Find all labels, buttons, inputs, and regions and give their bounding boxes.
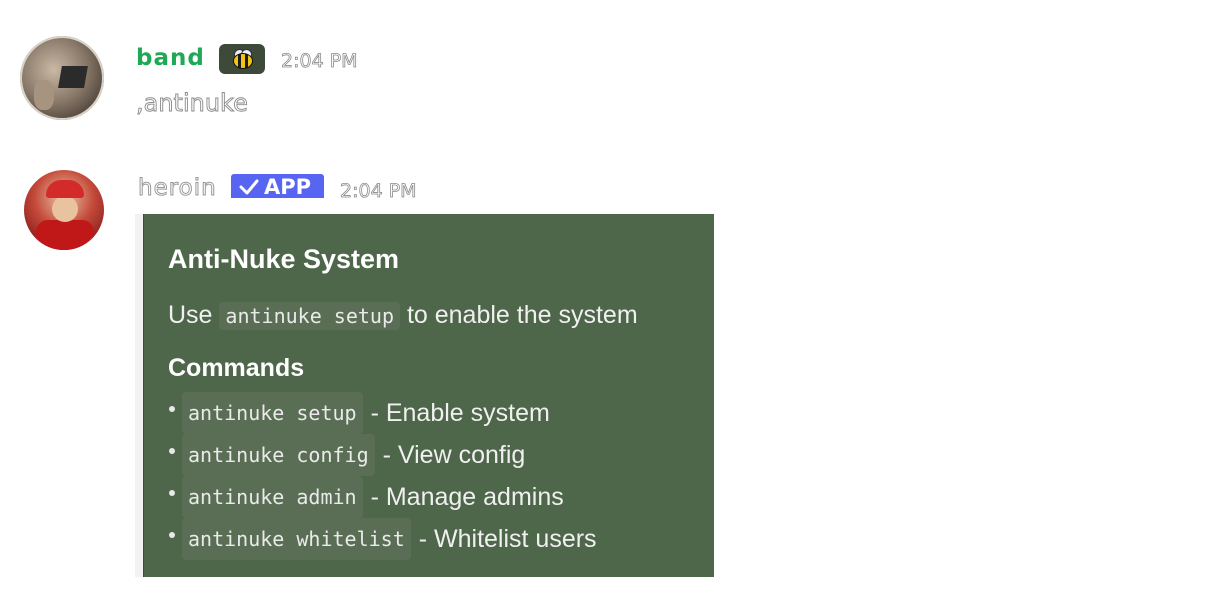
bee-icon	[219, 44, 265, 74]
inline-code: antinuke whitelist	[182, 518, 411, 560]
command-description: - View config	[382, 441, 526, 469]
command-list: antinuke setup - Enable system antinuke …	[166, 392, 597, 560]
app-badge-label: APP	[264, 175, 312, 198]
bullet-icon	[169, 448, 175, 454]
chat-view: band 2:04 PM ,antinuke heroin APP 2:04 P…	[0, 0, 1214, 608]
embed-description: Use antinuke setup to enable the system	[168, 298, 638, 333]
check-icon	[239, 179, 259, 195]
command-description: - Manage admins	[370, 483, 564, 511]
embed-desc-suffix: to enable the system	[406, 301, 638, 329]
username[interactable]: band	[136, 44, 205, 72]
embed-title: Anti-Nuke System	[168, 244, 400, 274]
username[interactable]: heroin	[138, 174, 217, 202]
list-item: antinuke config - View config	[166, 434, 597, 476]
message-timestamp[interactable]: 2:04 PM	[281, 49, 358, 73]
avatar-detail	[34, 80, 54, 110]
message-timestamp[interactable]: 2:04 PM	[340, 179, 417, 203]
avatar-detail	[58, 66, 88, 88]
avatar-detail	[36, 220, 94, 250]
inline-code: antinuke setup	[182, 392, 363, 434]
app-badge: APP	[231, 174, 324, 198]
embed-field-title: Commands	[168, 354, 305, 382]
list-item: antinuke setup - Enable system	[166, 392, 597, 434]
bullet-icon	[169, 406, 175, 412]
bullet-icon	[169, 532, 175, 538]
avatar-detail	[46, 180, 84, 198]
command-description: - Whitelist users	[418, 525, 597, 553]
embed-accent-bar	[135, 214, 144, 577]
avatar[interactable]	[20, 36, 104, 120]
message-content: ,antinuke	[136, 89, 249, 118]
inline-code: antinuke config	[182, 434, 375, 476]
list-item: antinuke admin - Manage admins	[166, 476, 597, 518]
list-item: antinuke whitelist - Whitelist users	[166, 518, 597, 560]
embed-desc-prefix: Use	[168, 301, 213, 329]
avatar[interactable]	[24, 170, 104, 250]
inline-code: antinuke admin	[182, 476, 363, 518]
avatar-detail	[52, 196, 78, 222]
inline-code: antinuke setup	[219, 302, 400, 330]
bullet-icon	[169, 490, 175, 496]
command-description: - Enable system	[370, 399, 550, 427]
